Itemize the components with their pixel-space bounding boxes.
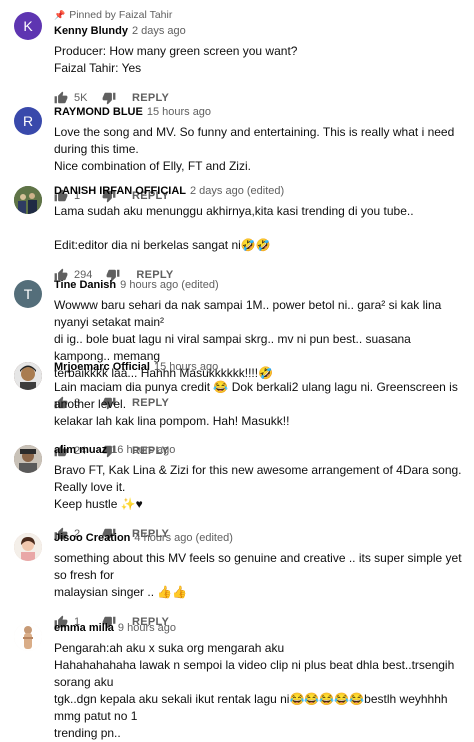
pin-icon: 📌 <box>54 10 66 20</box>
comment-line: Hahahahahaha lawak n sempoi la video cli… <box>54 658 455 689</box>
comment-line: trending pn.. <box>54 726 121 740</box>
avatar-photo <box>14 623 42 651</box>
avatar-photo <box>14 533 42 561</box>
comment-text: Bravo FT, Kak Lina & Zizi for this new a… <box>54 462 462 513</box>
comment-text: Lain maciam dia punya credit 😂 Dok berka… <box>54 379 462 430</box>
comment-text: Producer: How many green screen you want… <box>54 43 462 77</box>
comment-text: Love the song and MV. So funny and enter… <box>54 124 462 175</box>
comment-line: Lama sudah aku menunggu akhirnya,kita ka… <box>54 204 414 218</box>
comment-line: Lain maciam dia punya credit 😂 Dok berka… <box>54 380 458 411</box>
avatar-photo <box>14 186 42 214</box>
comment-author[interactable]: emma milla <box>54 622 114 634</box>
avatar[interactable] <box>14 445 42 473</box>
comment-header: alim muaz 16 hours ago <box>54 443 462 458</box>
avatar[interactable]: T <box>14 280 42 308</box>
like-icon[interactable] <box>54 91 68 105</box>
avatar-letter: R <box>22 113 34 129</box>
comment-time[interactable]: 9 hours ago (edited) <box>120 279 218 291</box>
comment-author[interactable]: Mrjoemarc Official <box>54 361 150 373</box>
like-count: 5K <box>74 92 88 104</box>
comment-header: DANISH IRFAN OFFICIAL 2 days ago (edited) <box>54 184 462 199</box>
comment-author[interactable]: Jisoo Creation <box>54 532 130 544</box>
comment-line: Faizal Tahir: Yes <box>54 61 142 75</box>
avatar-letter: T <box>23 286 33 302</box>
avatar[interactable] <box>14 623 42 651</box>
comment-line: kelakar lah kak lina pompom. Hah! Masukk… <box>54 414 290 428</box>
comment-header: Jisoo Creation 4 hours ago (edited) <box>54 531 462 546</box>
reply-button[interactable]: REPLY <box>132 92 169 104</box>
avatar[interactable]: K <box>14 12 42 40</box>
avatar[interactable] <box>14 533 42 561</box>
comment-time[interactable]: 16 hours ago <box>111 444 175 456</box>
comment-line: Love the song and MV. So funny and enter… <box>54 125 455 156</box>
comment-text: Lama sudah aku menunggu akhirnya,kita ka… <box>54 203 462 254</box>
comment-line: Bravo FT, Kak Lina & Zizi for this new a… <box>54 463 462 494</box>
avatar-photo <box>14 445 42 473</box>
comment-time[interactable]: 2 days ago (edited) <box>190 185 284 197</box>
comment-text: something about this MV feels so genuine… <box>54 550 462 601</box>
comment-author[interactable]: Tine Danish <box>54 279 116 291</box>
comment-time[interactable]: 15 hours ago <box>147 106 211 118</box>
dislike-icon[interactable] <box>102 91 116 105</box>
avatar-photo <box>14 362 42 390</box>
comment-text: Pengarah:ah aku x suka org mengarah aku … <box>54 640 462 742</box>
comment-line: Edit:editor dia ni berkelas sangat ni🤣🤣 <box>54 238 271 252</box>
comment-line: tgk..dgn kepala aku sekali ikut rentak l… <box>54 692 448 723</box>
pinned-label: 📌 Pinned by Faizal Tahir <box>54 8 462 22</box>
avatar-letter: K <box>23 18 33 34</box>
comment-author[interactable]: DANISH IRFAN OFFICIAL <box>54 185 186 197</box>
comment-time[interactable]: 2 days ago <box>132 25 186 37</box>
comment-header: RAYMOND BLUE 15 hours ago <box>54 105 462 120</box>
avatar[interactable] <box>14 186 42 214</box>
comment-time[interactable]: 9 hours ago <box>118 622 176 634</box>
comment-line: Wowww baru sehari da nak sampai 1M.. pow… <box>54 298 442 329</box>
comment-header: emma milla 9 hours ago <box>54 621 462 636</box>
comment-header: Mrjoemarc Official 15 hours ago <box>54 360 462 375</box>
pinned-text: Pinned by Faizal Tahir <box>69 9 173 21</box>
avatar[interactable] <box>14 362 42 390</box>
comment-line <box>54 220 462 237</box>
comment-author[interactable]: alim muaz <box>54 444 107 456</box>
comment-line: malaysian singer .. 👍👍 <box>54 585 188 599</box>
comment-line: Producer: How many green screen you want… <box>54 44 298 58</box>
comment-header: Tine Danish 9 hours ago (edited) <box>54 278 462 293</box>
comment-line: Keep hustle ✨♥ <box>54 497 143 511</box>
comment-time[interactable]: 15 hours ago <box>154 361 218 373</box>
comment-line: Pengarah:ah aku x suka org mengarah aku <box>54 641 285 655</box>
comment-line: Nice combination of Elly, FT and Zizi. <box>54 159 251 173</box>
comment-header: Kenny Blundy 2 days ago <box>54 24 462 39</box>
comment-line: something about this MV feels so genuine… <box>54 551 462 582</box>
comment-author[interactable]: Kenny Blundy <box>54 25 128 37</box>
comment-time[interactable]: 4 hours ago (edited) <box>134 532 232 544</box>
comment-author[interactable]: RAYMOND BLUE <box>54 106 143 118</box>
avatar[interactable]: R <box>14 107 42 135</box>
